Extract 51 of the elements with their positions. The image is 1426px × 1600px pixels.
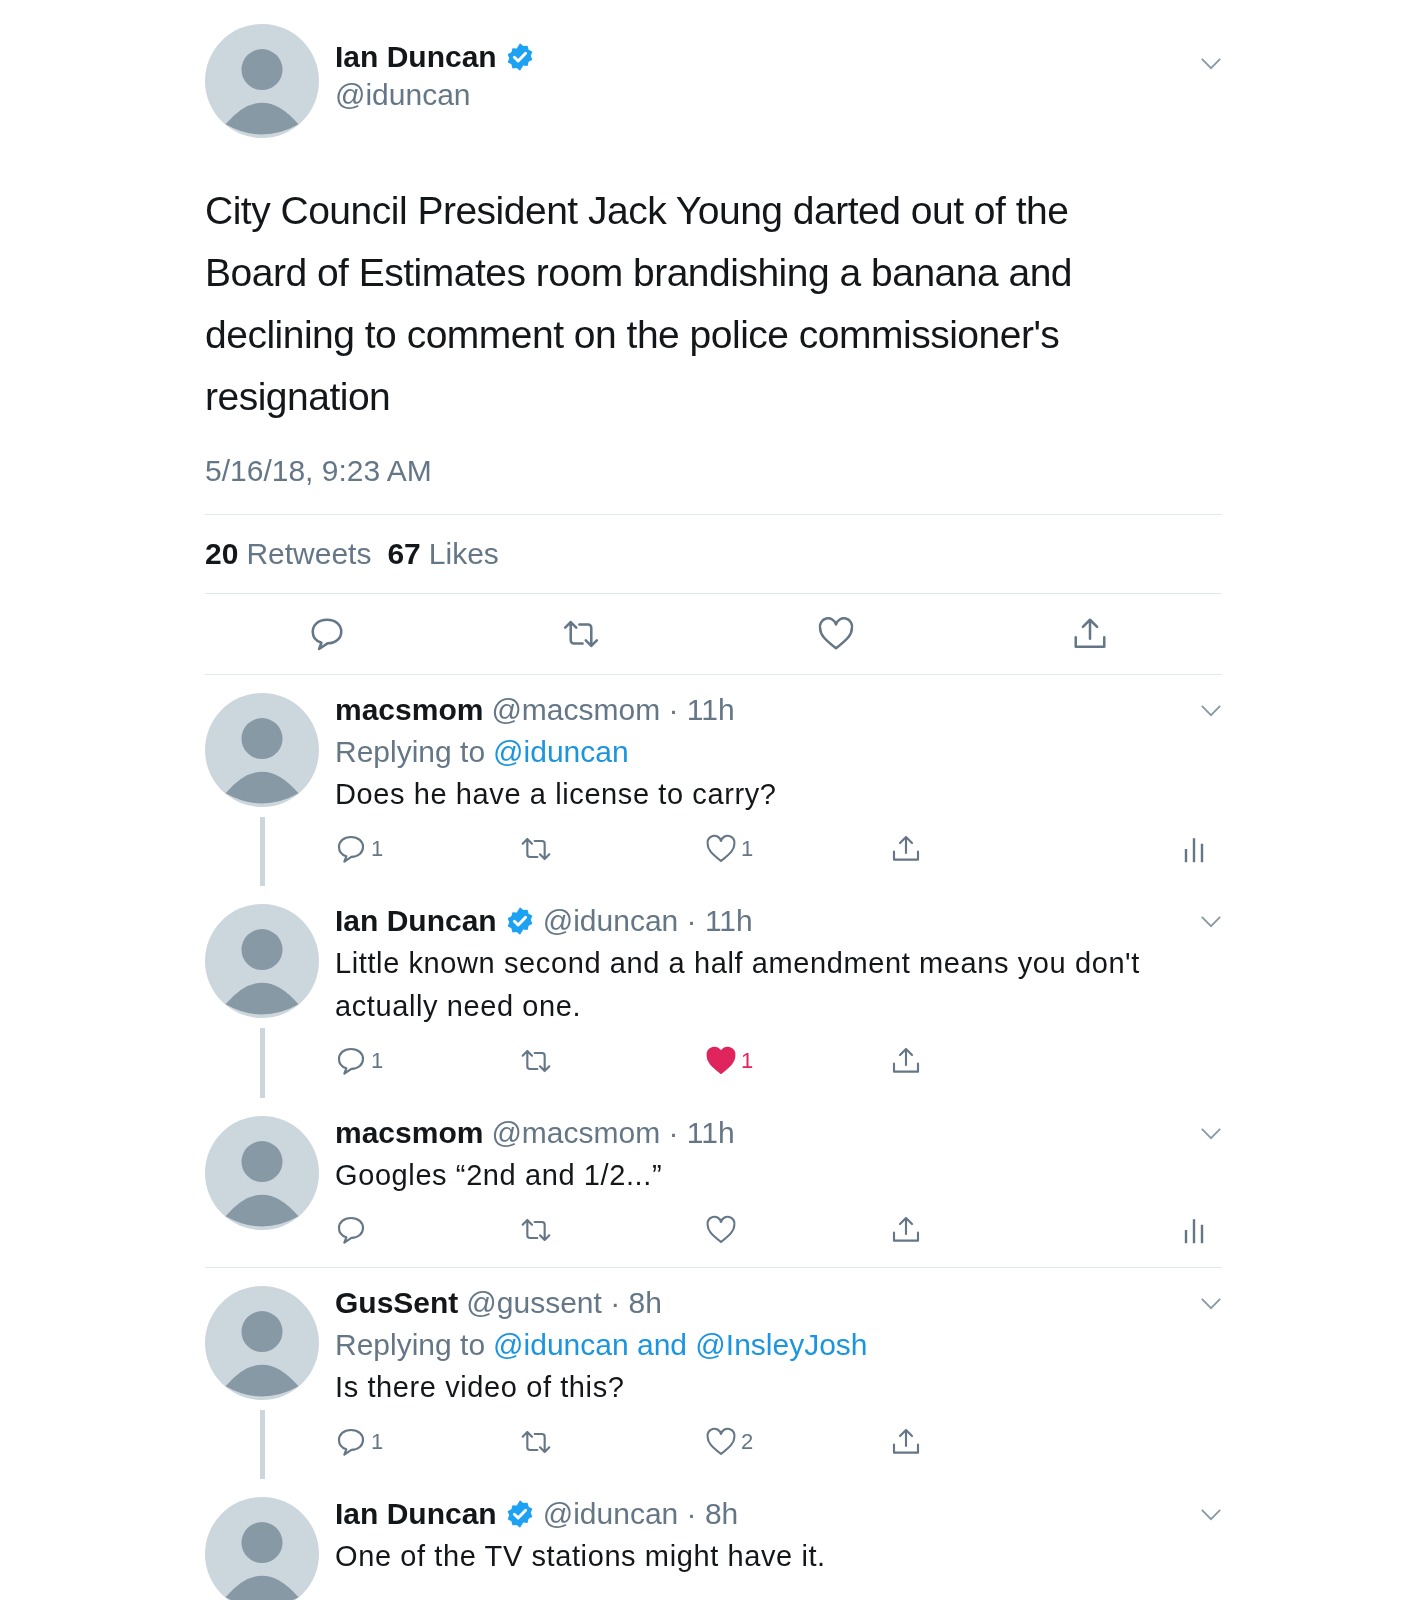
action-count: 1 [741,1048,754,1074]
tweet-text: City Council President Jack Young darted out of the Board of Estimates room brandishing a banana and declining to comment on the police commissioner's resignation [205,188,1074,420]
heart-icon[interactable] [705,833,737,865]
replying-to-label: Replying to [335,735,486,769]
action-count: 1 [371,836,384,862]
action-count: 1 [741,836,754,862]
handle-and-time: @macsmom · 11h [491,1116,735,1150]
action-count: 2 [741,1429,754,1455]
chevron-down-icon[interactable] [1200,914,1222,928]
chevron-down-icon[interactable] [1200,1296,1222,1310]
handle-and-time: @iduncan · 11h [542,904,753,938]
stat-label[interactable]: Likes [428,537,499,571]
heart-icon[interactable] [705,1214,737,1246]
reply-text: Googles “2nd and 1/2...” [335,1158,664,1193]
action-count: 1 [371,1429,384,1455]
avatar-icon[interactable] [205,1116,319,1230]
heart-icon[interactable] [705,1426,737,1458]
avatar-icon[interactable] [205,1497,319,1600]
reply-text: One of the TV stations might have it. [335,1539,827,1574]
reply-icon[interactable] [335,833,367,865]
author-name[interactable]: GusSent [335,1286,459,1320]
chevron-down-icon[interactable] [1200,703,1222,717]
avatar-icon[interactable] [205,904,319,1018]
chevron-down-icon[interactable] [1200,1126,1222,1140]
stat-count: 67 [387,537,421,571]
author-handle[interactable]: @iduncan [335,78,1184,112]
timestamp: 5/16/18, 9:23 AM [205,454,433,488]
chevron-down-icon[interactable] [1200,57,1222,70]
avatar-icon[interactable] [205,693,319,807]
action-count: 1 [371,1048,384,1074]
reply-icon[interactable] [335,1045,367,1077]
author-name[interactable]: macsmom [335,693,484,727]
replying-to-label: Replying to [335,1328,486,1362]
handle-and-time: @iduncan · 8h [542,1497,739,1531]
author-name[interactable]: macsmom [335,1116,484,1150]
author-name[interactable]: Ian Duncan [335,40,497,74]
avatar-icon[interactable] [205,1286,319,1400]
reply-icon[interactable] [335,1214,367,1246]
handle-and-time: @macsmom · 11h [491,693,735,727]
handle-and-time: @gussent · 8h [466,1286,662,1320]
reply-text: Is there video of this? [335,1370,626,1405]
avatar-icon[interactable] [205,24,319,138]
stat-count: 20 [205,537,239,571]
reply-icon[interactable] [335,1426,367,1458]
reply-text: Does he have a license to carry? [335,777,778,812]
chevron-down-icon[interactable] [1200,1507,1222,1521]
stat-label[interactable]: Retweets [246,537,372,571]
author-name[interactable]: Ian Duncan [335,904,497,938]
author-name[interactable]: Ian Duncan [335,1497,497,1531]
heart-icon[interactable] [705,1045,737,1077]
reply-text: Little known second and a half amendment means you don't actually need one. [335,946,1141,1024]
